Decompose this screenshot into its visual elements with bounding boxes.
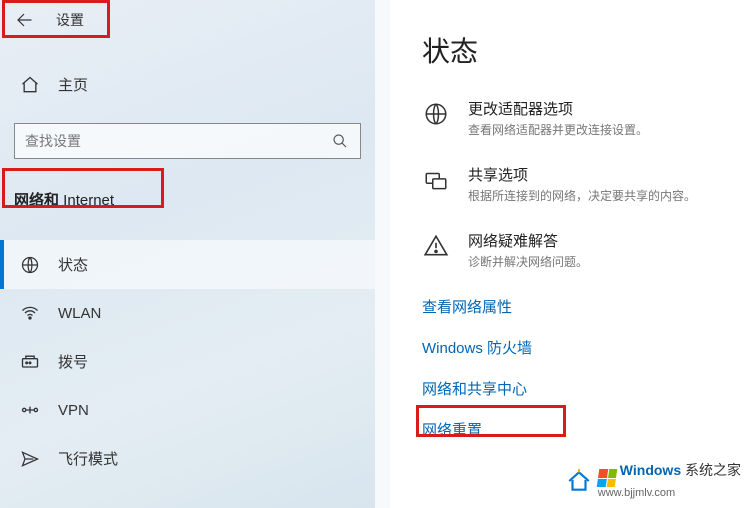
nav-label: 飞行模式 [58,448,118,469]
option-adapter[interactable]: 更改适配器选项 查看网络适配器并更改连接设置。 [422,98,747,138]
brand-prefix: Windows [620,462,681,478]
nav-label: 状态 [58,254,88,275]
nav-item-airplane[interactable]: 飞行模式 [0,434,375,483]
option-title: 共享选项 [468,164,696,185]
vpn-icon [20,400,40,420]
warning-triangle-icon [422,232,450,260]
back-button[interactable] [12,8,36,32]
search-box[interactable] [14,123,361,159]
nav-list: 状态 WLAN 拨号 VPN 飞行模式 [0,240,375,483]
option-text: 更改适配器选项 查看网络适配器并更改连接设置。 [468,98,648,138]
globe-settings-icon [422,100,450,128]
search-input[interactable] [25,133,330,149]
category-heading: 网络和 Internet [0,177,375,222]
option-subtitle: 根据所连接到的网络，决定要共享的内容。 [468,187,696,204]
nav-label: WLAN [58,305,101,322]
nav-label: VPN [58,402,89,419]
windows-flag-icon [597,469,618,487]
option-title: 更改适配器选项 [468,98,648,119]
option-subtitle: 查看网络适配器并更改连接设置。 [468,121,648,138]
option-troubleshoot[interactable]: 网络疑难解答 诊断并解决网络问题。 [422,230,747,270]
option-text: 共享选项 根据所连接到的网络，决定要共享的内容。 [468,164,696,204]
nav-label: 拨号 [58,351,88,372]
link-network-properties[interactable]: 查看网络属性 [422,296,512,317]
home-nav[interactable]: 主页 [0,60,375,109]
watermark: Windows 系统之家 www.bjjmlv.com [566,462,741,500]
app-title: 设置 [56,10,84,30]
airplane-icon [20,449,40,469]
watermark-text: Windows 系统之家 www.bjjmlv.com [598,462,741,500]
option-text: 网络疑难解答 诊断并解决网络问题。 [468,230,588,270]
nav-item-wlan[interactable]: WLAN [0,289,375,337]
brand-suffix: 系统之家 [685,462,741,478]
back-arrow-icon [15,11,33,29]
category-rest: Internet [59,192,114,209]
brand-url: www.bjjmlv.com [598,487,741,500]
house-logo-icon [566,468,592,494]
option-title: 网络疑难解答 [468,230,588,251]
nav-item-status[interactable]: 状态 [0,240,375,289]
globe-icon [20,255,40,275]
wifi-icon [20,303,40,323]
share-folder-icon [422,166,450,194]
page-title: 状态 [422,30,747,70]
option-sharing[interactable]: 共享选项 根据所连接到的网络，决定要共享的内容。 [422,164,747,204]
category-bold: 网络和 [14,192,59,209]
home-label: 主页 [58,74,88,95]
link-firewall[interactable]: Windows 防火墙 [422,337,532,358]
nav-item-vpn[interactable]: VPN [0,386,375,434]
search-row [14,123,361,159]
header-bar: 设置 [0,0,375,40]
main-panel: 状态 更改适配器选项 查看网络适配器并更改连接设置。 共享选项 根据所连接到的网… [390,0,747,508]
link-sharing-center[interactable]: 网络和共享中心 [422,378,527,399]
dialup-icon [20,352,40,372]
link-network-reset[interactable]: 网络重置 [422,419,482,440]
nav-item-dialup[interactable]: 拨号 [0,337,375,386]
home-icon [20,75,40,95]
search-icon [330,131,350,151]
settings-sidebar: 设置 主页 网络和 Internet 状态 WLAN [0,0,375,508]
option-subtitle: 诊断并解决网络问题。 [468,253,588,270]
